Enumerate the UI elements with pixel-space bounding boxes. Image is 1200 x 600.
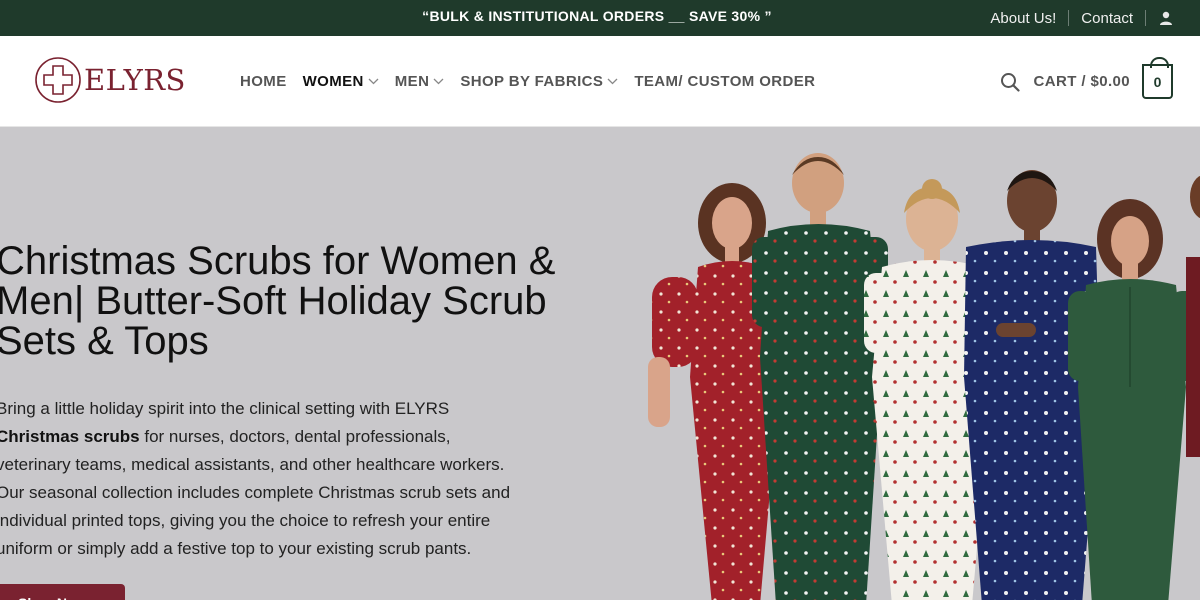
divider — [1145, 10, 1146, 26]
cart-count: 0 — [1153, 73, 1162, 90]
contact-link[interactable]: Contact — [1081, 10, 1133, 27]
hero-text-line: Bring a little holiday spirit into the c… — [0, 399, 450, 418]
nav-shop-by-fabrics[interactable]: SHOP BY FABRICS — [460, 73, 618, 90]
shop-now-button[interactable]: Shop Now — [0, 584, 125, 600]
model-partial — [1186, 175, 1200, 457]
main-nav: HOME WOMEN MEN SHOP BY FABRICS TEAM/ CUS… — [240, 36, 831, 127]
model-green — [752, 153, 888, 600]
hero-text-line: veterinary teams, medical assistants, an… — [0, 455, 505, 474]
hero-banner: Christmas Scrubs for Women & Men| Butter… — [0, 127, 1200, 600]
cart-link[interactable]: CART / $0.00 — [1034, 73, 1131, 90]
nav-men[interactable]: MEN — [395, 73, 445, 90]
hero-text-line: individual printed tops, giving you the … — [0, 511, 491, 530]
about-link[interactable]: About Us! — [990, 10, 1056, 27]
cross-in-circle-icon — [35, 57, 81, 103]
chevron-down-icon — [368, 78, 379, 85]
nav-label: SHOP BY FABRICS — [460, 73, 604, 90]
top-announcement-bar: “BULK & INSTITUTIONAL ORDERS __ SAVE 30%… — [0, 0, 1200, 36]
logo[interactable]: ELYRS — [34, 56, 186, 104]
hero-title-line: Sets & Tops — [0, 319, 209, 363]
chevron-down-icon — [433, 78, 444, 85]
header-actions: CART / $0.00 0 — [1000, 36, 1173, 127]
site-header: ELYRS HOME WOMEN MEN SHOP BY FABRICS TEA… — [0, 36, 1200, 127]
divider — [1068, 10, 1070, 26]
nav-team-custom-order[interactable]: TEAM/ CUSTOM ORDER — [634, 73, 815, 90]
hero-title-line: Men| Butter-Soft Holiday Scrub — [0, 279, 547, 323]
hero-text-line: Our seasonal collection includes complet… — [0, 483, 511, 502]
nav-label: TEAM/ CUSTOM ORDER — [634, 73, 816, 90]
hero-text-line: uniform or simply add a festive top to y… — [0, 539, 472, 558]
hero-text-line: for nurses, doctors, dental professional… — [139, 427, 451, 446]
hero-keyword: Christmas scrubs — [0, 427, 140, 446]
nav-women[interactable]: WOMEN — [303, 73, 379, 90]
nav-label: WOMEN — [302, 73, 364, 90]
top-links: About Us! Contact — [990, 0, 1174, 36]
nav-label: MEN — [394, 73, 430, 90]
cart-bag-icon[interactable]: 0 — [1142, 57, 1173, 99]
nav-home[interactable]: HOME — [240, 73, 287, 90]
hero-title-line: Christmas Scrubs for Women & — [0, 239, 556, 283]
user-icon[interactable] — [1158, 10, 1174, 26]
hero-title: Christmas Scrubs for Women & Men| Butter… — [0, 241, 596, 361]
nav-label: HOME — [240, 73, 287, 90]
brand-name: ELYRS — [84, 63, 186, 97]
hero-description: Bring a little holiday spirit into the c… — [0, 395, 556, 563]
hero-models-image — [648, 153, 1200, 600]
search-icon[interactable] — [1000, 72, 1020, 92]
chevron-down-icon — [607, 78, 618, 85]
